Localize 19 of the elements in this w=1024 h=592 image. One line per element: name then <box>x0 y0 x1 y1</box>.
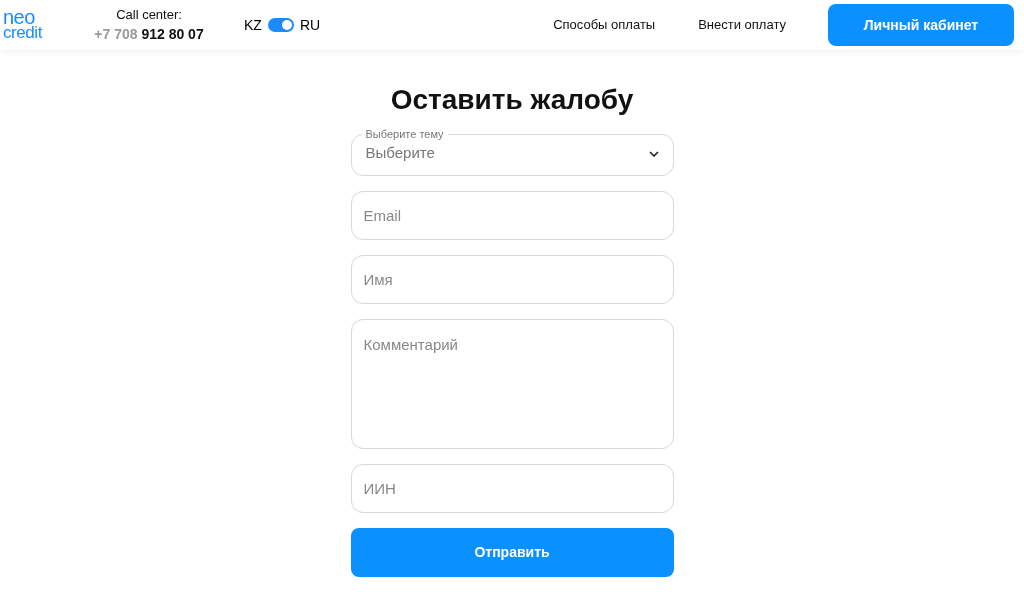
input-field[interactable]: Имя <box>350 255 674 304</box>
comment-field[interactable]: Комментарий <box>350 319 674 449</box>
select-value: Выберите <box>365 143 435 164</box>
submit-button[interactable]: Отправить <box>350 528 674 577</box>
language-toggle[interactable] <box>267 18 294 32</box>
select-label: Выберите тему <box>364 127 445 141</box>
page-title: Оставить жалобу <box>390 83 634 117</box>
phone-number[interactable]: +7 708 912 80 07 <box>94 24 204 46</box>
nav-link[interactable]: Способы оплаты <box>553 15 656 35</box>
language-label: RU <box>299 15 321 35</box>
topic-select[interactable]: Выберите тему Выберите <box>350 127 674 176</box>
input-field[interactable]: ИИН <box>350 464 674 513</box>
account-button[interactable]: Личный кабинет <box>828 4 1014 46</box>
input-field[interactable]: Email <box>350 191 674 240</box>
call-center-label: Call center: <box>116 5 182 24</box>
logo[interactable]: neo credit <box>3 9 55 41</box>
nav-link[interactable]: Внести оплату <box>698 15 786 35</box>
chevron-down-icon <box>648 150 659 157</box>
language-label: KZ <box>244 15 262 35</box>
